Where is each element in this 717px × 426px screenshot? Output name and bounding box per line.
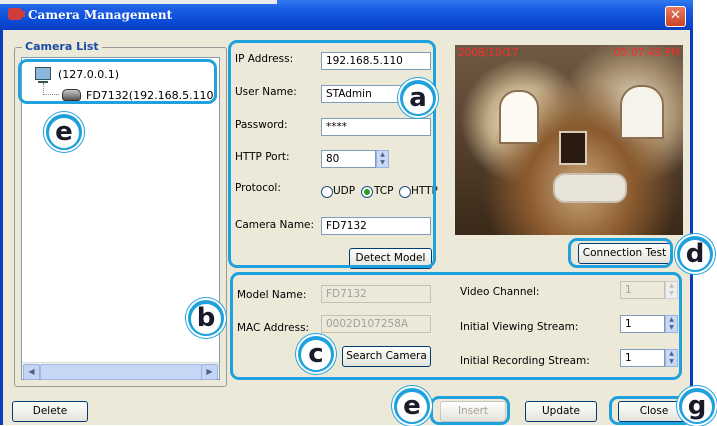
callout-frame-d — [568, 238, 673, 268]
callout-frame-e-insert — [430, 396, 510, 425]
camera-app-icon — [8, 8, 25, 20]
camera-preview: 2008/10/17 05:07:43 PM — [455, 45, 683, 235]
callout-letter: g — [682, 392, 712, 422]
callout-frame-a — [228, 40, 436, 268]
scroll-left-icon[interactable]: ◀ — [23, 364, 40, 380]
callout-badge-e-tree: e — [44, 112, 84, 152]
title-stripe — [0, 0, 277, 4]
callout-letter: b — [191, 304, 221, 334]
callout-badge-c: c — [296, 334, 336, 374]
callout-badge-e-insert: e — [392, 386, 432, 426]
close-window-icon[interactable]: ✕ — [665, 6, 686, 27]
scroll-right-icon[interactable]: ▶ — [201, 364, 218, 380]
room-sofa — [553, 173, 627, 203]
callout-letter: e — [49, 118, 79, 148]
callout-frame-e-tree — [18, 59, 217, 104]
tree-horizontal-scrollbar[interactable]: ◀ ▶ — [22, 362, 219, 380]
callout-badge-d: d — [675, 234, 715, 274]
callout-letter: c — [301, 340, 331, 370]
window-title: Camera Management — [28, 8, 173, 22]
callout-letter: e — [397, 392, 427, 422]
callout-badge-a: a — [398, 78, 438, 118]
room-window — [499, 90, 539, 144]
title-bar: Camera Management ✕ — [0, 0, 693, 30]
camera-list-legend: Camera List — [22, 40, 102, 53]
update-button[interactable]: Update — [525, 401, 597, 422]
scroll-thumb[interactable] — [40, 364, 202, 380]
room-window — [620, 85, 664, 139]
callout-badge-b: b — [186, 298, 226, 338]
preview-time: 05:07:43 PM — [614, 47, 680, 59]
preview-date: 2008/10/17 — [458, 47, 519, 59]
room-fireplace — [559, 131, 587, 165]
delete-button[interactable]: Delete — [12, 401, 88, 422]
camera-tree[interactable]: (127.0.0.1) FD7132(192.168.5.110) ◀ ▶ — [21, 57, 220, 380]
callout-letter: d — [680, 240, 710, 270]
callout-letter: a — [403, 84, 433, 114]
callout-badge-g: g — [677, 386, 717, 426]
